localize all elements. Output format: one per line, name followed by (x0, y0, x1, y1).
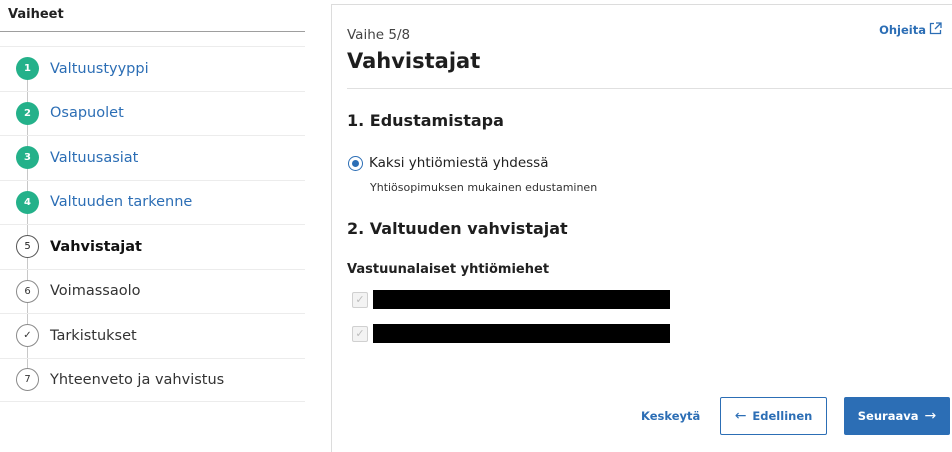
sidebar-divider (0, 31, 305, 32)
previous-button-label: Edellinen (752, 409, 813, 423)
redacted-name (373, 290, 670, 309)
sidebar-step-label[interactable]: Valtuuden tarkenne (50, 194, 192, 210)
arrow-right-icon: → (924, 408, 937, 424)
step-number-badge: 5 (16, 235, 39, 259)
sidebar-step-item: ✓ Tarkistukset (0, 313, 305, 358)
phase-indicator: Vaihe 5/8 (347, 27, 411, 43)
step-number-badge: 1 (16, 57, 39, 81)
sidebar-step-item[interactable]: 4 Valtuuden tarkenne (0, 179, 305, 224)
sidebar-step-item[interactable]: 2 Osapuolet (0, 90, 305, 135)
section-heading-representation: 1. Edustamistapa (347, 111, 504, 130)
representation-option[interactable]: Kaksi yhtiömiestä yhdessä (348, 155, 549, 171)
confirmer-row: ✓ (352, 324, 670, 343)
radio-label[interactable]: Kaksi yhtiömiestä yhdessä (369, 155, 549, 171)
radio-button[interactable] (348, 155, 363, 171)
redacted-name (373, 324, 670, 343)
confirmer-row: ✓ (352, 290, 670, 309)
sidebar-step-label: Tarkistukset (50, 327, 137, 344)
cancel-link[interactable]: Keskeytä (641, 409, 700, 423)
sidebar-step-label[interactable]: Valtuustyyppi (50, 61, 149, 77)
sidebar-step-item[interactable]: 1 Valtuustyyppi (0, 46, 305, 91)
radio-selected-dot (352, 159, 359, 167)
sidebar-step-item: 5 Vahvistajat (0, 224, 305, 269)
steps-list: 1 Valtuustyyppi 2 Osapuolet 3 Valtuusasiat 4 Va… (0, 46, 305, 402)
step-number-badge: 3 (16, 146, 39, 170)
sidebar-title: Vaiheet (8, 7, 64, 22)
step-number-badge: 7 (16, 368, 39, 392)
external-link-icon (929, 22, 942, 38)
step-number-badge: 6 (16, 279, 39, 303)
sidebar-step-label: Yhteenveto ja vahvistus (50, 371, 225, 388)
sidebar-step-item: 6 Voimassaolo (0, 268, 305, 313)
sidebar-step-label: Voimassaolo (50, 283, 141, 300)
page-title: Vahvistajat (347, 49, 481, 73)
confirmer-checkbox[interactable]: ✓ (352, 291, 368, 308)
sidebar-step-label: Vahvistajat (50, 238, 142, 255)
step-check-icon: ✓ (16, 324, 39, 348)
arrow-left-icon: ← (734, 408, 747, 424)
step-number-badge: 2 (16, 101, 39, 125)
main-panel: Vaihe 5/8 Ohjeita Vahvistajat 1. Edustam… (331, 4, 952, 452)
sidebar-step-item[interactable]: 3 Valtuusasiat (0, 135, 305, 180)
step-number-badge: 4 (16, 190, 39, 214)
sidebar-step-label[interactable]: Osapuolet (50, 105, 124, 121)
next-button[interactable]: Seuraava → (844, 397, 950, 435)
help-link[interactable]: Ohjeita (879, 22, 942, 38)
radio-description: Yhtiösopimuksen mukainen edustaminen (370, 181, 598, 194)
title-divider (347, 88, 952, 89)
sidebar-step-label[interactable]: Valtuusasiat (50, 150, 138, 166)
confirmers-group-label: Vastuunalaiset yhtiömiehet (347, 262, 550, 277)
previous-button[interactable]: ← Edellinen (720, 397, 827, 435)
next-button-label: Seuraava (857, 409, 919, 423)
help-link-label: Ohjeita (879, 23, 926, 37)
section-heading-confirmers: 2. Valtuuden vahvistajat (347, 219, 568, 238)
steps-sidebar: Vaiheet 1 Valtuustyyppi 2 Osapuolet 3 Valtuus… (0, 0, 305, 452)
sidebar-step-item: 7 Yhteenveto ja vahvistus (0, 357, 305, 402)
confirmer-checkbox[interactable]: ✓ (352, 325, 368, 342)
